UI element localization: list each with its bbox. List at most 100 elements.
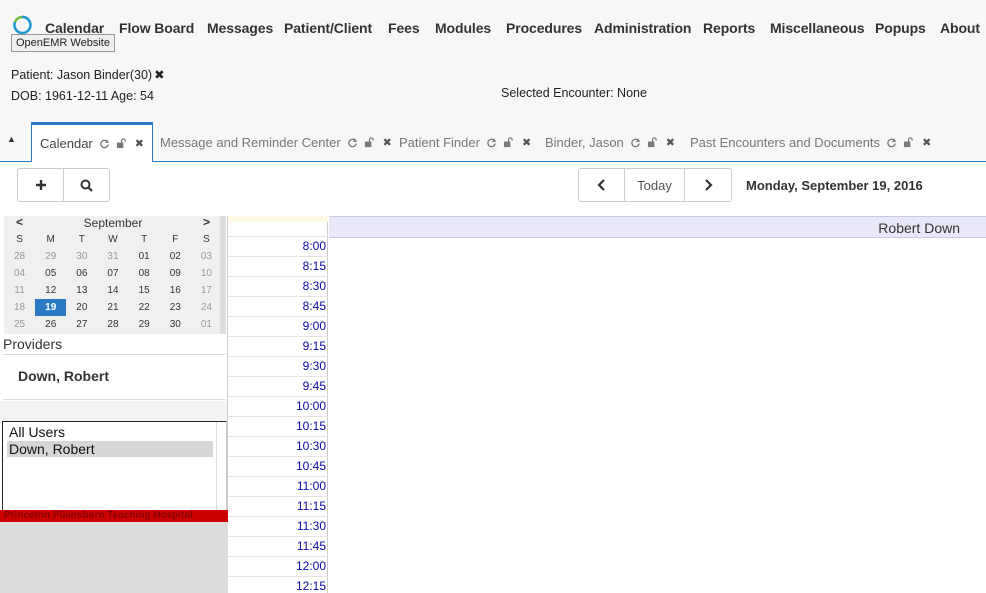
provider-option[interactable]: All Users xyxy=(7,424,213,440)
search-button[interactable] xyxy=(64,169,109,201)
time-label[interactable]: 11:30 xyxy=(297,519,326,533)
time-label[interactable]: 11:45 xyxy=(297,539,326,553)
time-slot[interactable]: 9:15 xyxy=(228,336,328,356)
mini-cal-day[interactable]: 07 xyxy=(97,265,128,282)
time-slot[interactable]: 11:45 xyxy=(228,536,328,556)
mini-cal-day[interactable]: 14 xyxy=(97,282,128,299)
menu-miscellaneous[interactable]: Miscellaneous xyxy=(770,20,865,36)
mini-cal-day[interactable]: 28 xyxy=(4,248,35,265)
mini-cal-day[interactable]: 15 xyxy=(129,282,160,299)
time-slot[interactable]: 9:00 xyxy=(228,316,328,336)
today-button[interactable]: Today xyxy=(625,169,685,201)
menu-patient-client[interactable]: Patient/Client xyxy=(284,20,372,36)
menu-fees[interactable]: Fees xyxy=(388,20,420,36)
time-slot[interactable]: 11:00 xyxy=(228,476,328,496)
mini-cal-day[interactable]: 02 xyxy=(160,248,191,265)
prev-day-button[interactable] xyxy=(579,169,625,201)
provider-select-list[interactable]: All Users Down, Robert xyxy=(2,421,227,511)
menu-reports[interactable]: Reports xyxy=(703,20,755,36)
list-scrollbar[interactable] xyxy=(216,422,226,510)
time-label[interactable]: 11:00 xyxy=(297,479,326,493)
mini-cal-day[interactable]: 28 xyxy=(97,316,128,333)
mini-cal-day[interactable]: 08 xyxy=(129,265,160,282)
mini-cal-day[interactable]: 12 xyxy=(35,282,66,299)
refresh-icon[interactable] xyxy=(486,137,497,148)
time-label[interactable]: 8:00 xyxy=(303,239,326,253)
time-label[interactable]: 8:15 xyxy=(303,259,326,273)
time-label[interactable]: 8:30 xyxy=(303,279,326,293)
time-label[interactable]: 9:15 xyxy=(303,339,326,353)
time-slot[interactable]: 10:30 xyxy=(228,436,328,456)
mini-cal-day[interactable]: 10 xyxy=(191,265,222,282)
mini-cal-day[interactable]: 27 xyxy=(66,316,97,333)
time-label[interactable]: 12:15 xyxy=(296,579,326,593)
mini-cal-day[interactable]: 13 xyxy=(66,282,97,299)
unlock-icon[interactable] xyxy=(503,136,514,148)
time-slot[interactable]: 12:00 xyxy=(228,556,328,576)
tab-binder-jason[interactable]: Binder, Jason ✖ xyxy=(545,122,675,162)
time-label[interactable]: 12:00 xyxy=(296,559,326,573)
mini-cal-day[interactable]: 24 xyxy=(191,299,222,316)
time-label[interactable]: 11:15 xyxy=(297,499,326,513)
tab-calendar[interactable]: Calendar ✖ xyxy=(31,122,153,163)
time-label[interactable]: 8:45 xyxy=(303,299,326,313)
mini-cal-day[interactable]: 17 xyxy=(191,282,222,299)
time-slot[interactable]: 8:00 xyxy=(228,236,328,256)
mini-cal-day[interactable]: 22 xyxy=(129,299,160,316)
close-tab-icon[interactable]: ✖ xyxy=(383,136,392,149)
time-label[interactable]: 10:45 xyxy=(296,459,326,473)
close-tab-icon[interactable]: ✖ xyxy=(135,137,144,150)
mini-cal-day[interactable]: 23 xyxy=(160,299,191,316)
mini-cal-day[interactable]: 31 xyxy=(97,248,128,265)
time-slot[interactable]: 8:30 xyxy=(228,276,328,296)
time-slot[interactable]: 8:15 xyxy=(228,256,328,276)
refresh-icon[interactable] xyxy=(886,137,897,148)
mini-cal-day[interactable]: 09 xyxy=(160,265,191,282)
menu-popups[interactable]: Popups xyxy=(875,20,926,36)
unlock-icon[interactable] xyxy=(364,136,375,148)
mini-cal-selected-day[interactable]: 19 xyxy=(35,299,67,316)
time-slot[interactable]: 10:45 xyxy=(228,456,328,476)
mini-cal-day[interactable]: 20 xyxy=(66,299,97,316)
mini-cal-day[interactable]: 30 xyxy=(66,248,97,265)
next-day-button[interactable] xyxy=(685,169,731,201)
mini-cal-day[interactable]: 04 xyxy=(4,265,35,282)
add-event-button[interactable] xyxy=(18,169,64,201)
close-tab-icon[interactable]: ✖ xyxy=(522,136,531,149)
refresh-icon[interactable] xyxy=(99,138,110,149)
tab-message-reminder-center[interactable]: Message and Reminder Center ✖ xyxy=(160,122,392,162)
menu-procedures[interactable]: Procedures xyxy=(506,20,582,36)
mini-cal-day[interactable]: 01 xyxy=(191,316,222,333)
mini-cal-day[interactable]: 03 xyxy=(191,248,222,265)
time-label[interactable]: 9:45 xyxy=(303,379,326,393)
provider-option-selected[interactable]: Down, Robert xyxy=(7,441,213,457)
collapse-triangle-icon[interactable]: ▲ xyxy=(7,134,16,144)
time-slot[interactable]: 10:15 xyxy=(228,416,328,436)
time-slot[interactable]: 10:00 xyxy=(228,396,328,416)
refresh-icon[interactable] xyxy=(347,137,358,148)
mini-cal-scrollbar[interactable] xyxy=(220,216,226,334)
time-label[interactable]: 10:00 xyxy=(296,399,326,413)
tab-past-encounters-documents[interactable]: Past Encounters and Documents ✖ xyxy=(690,122,931,162)
time-label[interactable]: 10:15 xyxy=(296,419,326,433)
time-label[interactable]: 9:30 xyxy=(303,359,326,373)
unlock-icon[interactable] xyxy=(903,136,914,148)
tab-patient-finder[interactable]: Patient Finder ✖ xyxy=(399,122,531,162)
menu-about[interactable]: About xyxy=(940,20,980,36)
mini-cal-day[interactable]: 18 xyxy=(4,299,35,316)
time-slot[interactable]: 11:15 xyxy=(228,496,328,516)
mini-cal-day[interactable]: 06 xyxy=(66,265,97,282)
refresh-icon[interactable] xyxy=(630,137,641,148)
mini-cal-day[interactable]: 05 xyxy=(35,265,66,282)
menu-administration[interactable]: Administration xyxy=(594,20,691,36)
time-slot[interactable]: 11:30 xyxy=(228,516,328,536)
time-label[interactable]: 10:30 xyxy=(296,439,326,453)
time-slot[interactable]: 8:45 xyxy=(228,296,328,316)
mini-cal-day[interactable]: 16 xyxy=(160,282,191,299)
mini-cal-day[interactable]: 21 xyxy=(97,299,128,316)
close-tab-icon[interactable]: ✖ xyxy=(666,136,675,149)
menu-messages[interactable]: Messages xyxy=(207,20,273,36)
patient-name[interactable]: Patient: Jason Binder(30) xyxy=(11,68,152,82)
mini-cal-next-icon[interactable]: > xyxy=(203,215,210,229)
time-slot[interactable]: 9:45 xyxy=(228,376,328,396)
